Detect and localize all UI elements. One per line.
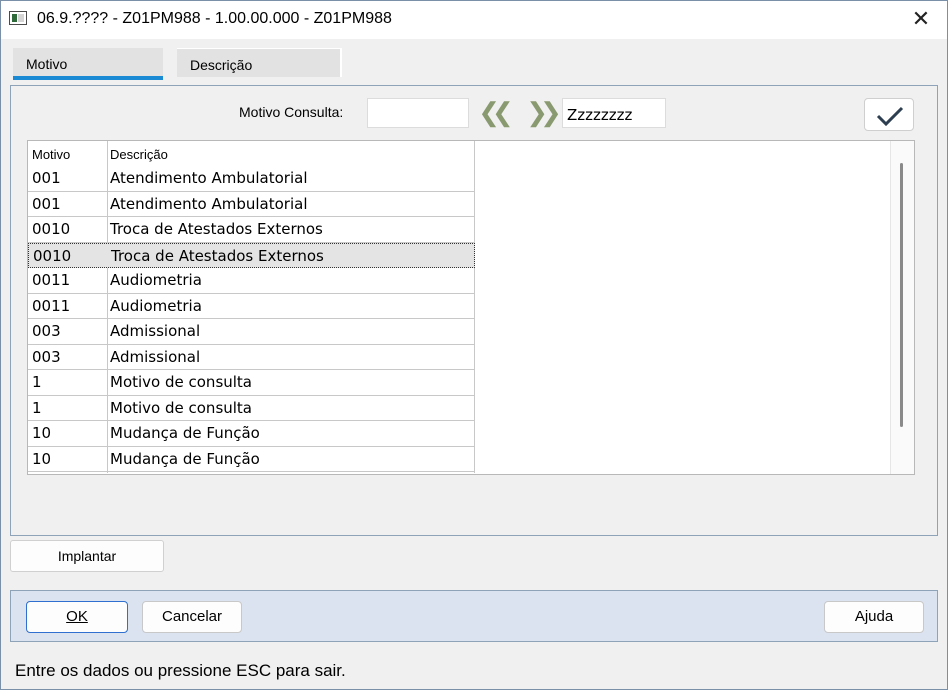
cell-descricao: Atendimento Ambulatorial xyxy=(110,194,308,213)
scrollbar-thumb[interactable] xyxy=(900,163,903,427)
grid-rows: 001 Atendimento Ambulatorial 001 Atendiment… xyxy=(28,166,475,472)
implantar-button[interactable]: Implantar xyxy=(10,540,164,572)
cancel-button-label: Cancelar xyxy=(161,608,223,625)
cell-descricao: Motivo de consulta xyxy=(110,398,253,417)
close-icon[interactable]: ✕ xyxy=(903,4,939,34)
table-row[interactable]: 0010 Troca de Atestados Externos xyxy=(28,242,475,268)
double-chevron-right-icon[interactable]: ❯❯ xyxy=(524,98,562,128)
cell-motivo: 0010 xyxy=(33,246,72,265)
cell-descricao: Troca de Atestados Externos xyxy=(111,246,324,265)
help-button-label: Ajuda xyxy=(854,608,894,625)
table-row[interactable]: 10 Mudança de Função xyxy=(28,447,475,472)
checkmark-icon xyxy=(876,106,904,126)
main-panel: Motivo Consulta: ❮❮ ❯❯ Zzzzzzzz Motivo D… xyxy=(10,85,938,536)
tab-motivo-label: Motivo xyxy=(26,56,68,72)
tab-bar: Motivo Descrição xyxy=(1,39,947,85)
motivo-consulta-label: Motivo Consulta: xyxy=(239,104,344,120)
status-message: Entre os dados ou pressione ESC para sai… xyxy=(15,661,346,680)
cell-descricao: Troca de Atestados Externos xyxy=(110,220,323,238)
tab-motivo[interactable]: Motivo xyxy=(13,48,163,80)
cell-motivo: 003 xyxy=(32,322,61,340)
double-chevron-left-icon[interactable]: ❮❮ xyxy=(476,98,514,128)
tab-descricao-label: Descrição xyxy=(190,57,253,73)
ok-button-label: OK xyxy=(66,608,88,625)
footer-bar: OK Cancelar Ajuda xyxy=(10,590,938,642)
vertical-scrollbar[interactable] xyxy=(890,141,914,474)
dialog-window: 06.9.???? - Z01PM988 - 1.00.00.000 - Z01… xyxy=(0,0,948,690)
motivo-consulta-from-input[interactable] xyxy=(367,98,469,128)
confirm-search-button[interactable] xyxy=(864,98,914,131)
cell-motivo: 1 xyxy=(32,398,42,417)
cell-motivo: 10 xyxy=(32,449,52,468)
table-row[interactable]: 0011 Audiometria xyxy=(28,294,475,319)
cell-motivo: 0010 xyxy=(32,220,71,238)
cell-descricao: Admissional xyxy=(110,347,201,366)
column-header-motivo[interactable]: Motivo xyxy=(32,147,70,162)
table-row[interactable]: 003 Admissional xyxy=(28,345,475,370)
cell-motivo: 0011 xyxy=(32,271,71,289)
motivo-grid: Motivo Descrição 001 Atendimento Ambulato… xyxy=(27,140,915,475)
table-row[interactable]: 10 Mudança de Função xyxy=(28,421,475,447)
help-button[interactable]: Ajuda xyxy=(824,601,924,633)
table-row[interactable]: 1 Motivo de consulta xyxy=(28,370,475,396)
ok-button[interactable]: OK xyxy=(26,601,128,633)
table-row[interactable]: 001 Atendimento Ambulatorial xyxy=(28,192,475,217)
cell-descricao: Audiometria xyxy=(110,271,202,289)
cell-descricao: Mudança de Função xyxy=(110,424,260,442)
window-title: 06.9.???? - Z01PM988 - 1.00.00.000 - Z01… xyxy=(37,10,392,27)
table-row[interactable]: 001 Atendimento Ambulatorial xyxy=(28,166,475,192)
cell-descricao: Admissional xyxy=(110,322,201,340)
cell-descricao: Mudança de Função xyxy=(110,449,260,468)
table-row[interactable]: 1 Motivo de consulta xyxy=(28,396,475,421)
cancel-button[interactable]: Cancelar xyxy=(142,601,242,633)
cell-motivo: 001 xyxy=(32,194,61,213)
table-row[interactable]: 0011 Audiometria xyxy=(28,268,475,294)
cell-motivo: 003 xyxy=(32,347,61,366)
app-window-icon xyxy=(9,11,27,25)
title-bar: 06.9.???? - Z01PM988 - 1.00.00.000 - Z01… xyxy=(1,1,947,39)
tab-descricao[interactable]: Descrição xyxy=(177,48,342,77)
cell-descricao: Motivo de consulta xyxy=(110,373,253,391)
cell-motivo: 10 xyxy=(32,424,52,442)
motivo-consulta-to-input[interactable]: Zzzzzzzz xyxy=(562,98,666,128)
table-row[interactable]: 003 Admissional xyxy=(28,319,475,345)
cell-motivo: 1 xyxy=(32,373,42,391)
cell-descricao: Audiometria xyxy=(110,296,202,315)
cell-motivo: 001 xyxy=(32,169,61,187)
column-header-descricao[interactable]: Descrição xyxy=(110,147,168,162)
table-row[interactable]: 0010 Troca de Atestados Externos xyxy=(28,217,475,243)
cell-descricao: Atendimento Ambulatorial xyxy=(110,169,308,187)
cell-motivo: 0011 xyxy=(32,296,71,315)
